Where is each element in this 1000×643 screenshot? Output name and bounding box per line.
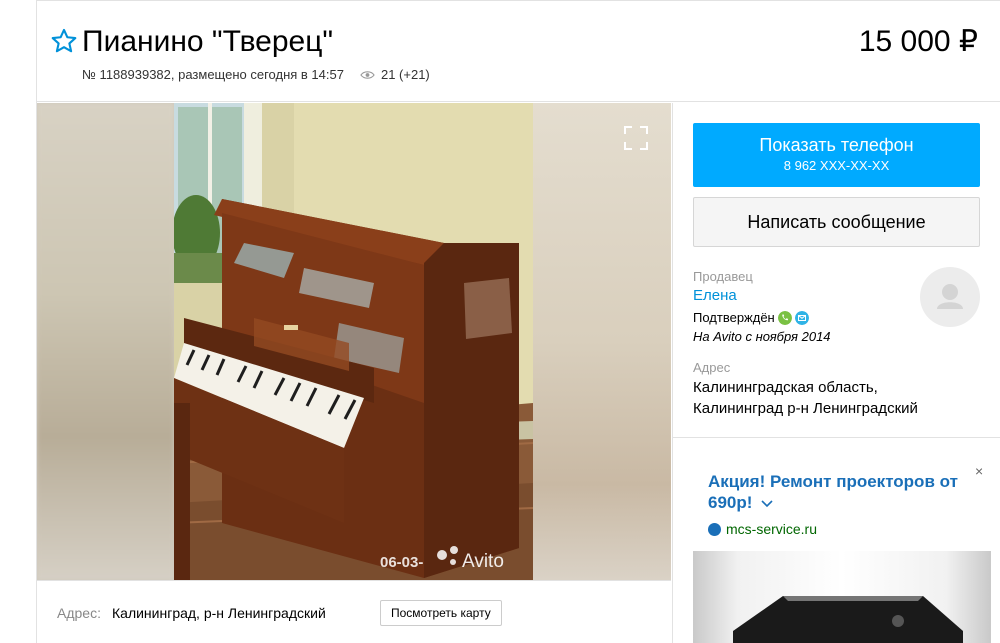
seller-address-line2: Калининград р-н Ленинградский — [693, 400, 918, 417]
chevron-down-icon[interactable] — [761, 499, 773, 508]
seller-label: Продавец — [693, 269, 753, 284]
expand-icon[interactable] — [623, 125, 649, 151]
show-phone-label: Показать телефон — [759, 135, 914, 155]
seller-avatar[interactable] — [920, 267, 980, 327]
ad-image[interactable] — [693, 551, 991, 643]
listing-photo[interactable]: 06-03- Avito — [174, 103, 533, 580]
view-count: 21 (+21) — [380, 67, 430, 82]
email-verified-icon — [794, 310, 809, 325]
favorite-star-icon[interactable] — [50, 27, 78, 55]
avatar-placeholder-icon — [937, 284, 963, 309]
gallery-blur-left — [37, 103, 174, 580]
ad-title-link[interactable]: Акция! Ремонт проекторов от 690р! — [708, 471, 968, 513]
address-row: Адрес: Калининград, р-н Ленинградский По… — [37, 580, 671, 643]
ad-close-icon[interactable]: × — [975, 463, 983, 479]
seller-sidebar: Показать телефон 8 962 XXX-XX-XX Написат… — [672, 103, 1000, 438]
masked-phone-number: 8 962 XXX-XX-XX — [783, 158, 890, 173]
ad-block: × Акция! Ремонт проекторов от 690р! mcs-… — [672, 438, 1000, 643]
seller-address-line1: Калининградская область, — [693, 379, 878, 396]
seller-since: На Avito с ноября 2014 — [693, 329, 831, 344]
seller-verified: Подтверждён — [693, 310, 809, 325]
listing-title: Пианино "Тверец" — [82, 25, 334, 58]
address-label: Адрес: — [57, 605, 101, 621]
eye-icon — [360, 70, 375, 79]
listing-header: Пианино "Тверец" 15 000 ₽ № 1188939382, … — [36, 0, 1000, 102]
seller-address-value: Калининградская область, Калининград р-н… — [693, 377, 918, 419]
verified-label: Подтверждён — [693, 310, 775, 325]
projector-image — [733, 596, 963, 643]
watermark-brand: Avito — [462, 551, 504, 572]
watermark-date: 06-03- — [380, 554, 423, 571]
phone-verified-icon — [777, 310, 792, 325]
seller-name-link[interactable]: Елена — [693, 287, 737, 304]
listing-price: 15 000 ₽ — [858, 25, 978, 58]
seller-address-label: Адрес — [693, 360, 731, 375]
show-phone-button[interactable]: Показать телефон 8 962 XXX-XX-XX — [693, 123, 980, 187]
photo-gallery[interactable]: 06-03- Avito — [37, 103, 671, 580]
ad-title-text: Акция! Ремонт проекторов от 690р! — [708, 472, 958, 512]
gallery-blur-right — [533, 103, 671, 580]
write-message-button[interactable]: Написать сообщение — [693, 197, 980, 247]
address-value: Калининград, р-н Ленинградский — [112, 605, 326, 621]
show-map-button[interactable]: Посмотреть карту — [380, 600, 502, 626]
listing-id-date: № 1188939382, размещено сегодня в 14:57 — [82, 67, 344, 82]
ad-site-icon — [708, 522, 721, 536]
ad-site-link[interactable]: mcs-service.ru — [708, 521, 817, 537]
listing-page: Пианино "Тверец" 15 000 ₽ № 1188939382, … — [0, 0, 1000, 643]
ad-site-text: mcs-service.ru — [726, 521, 818, 537]
listing-meta: № 1188939382, размещено сегодня в 14:57 … — [82, 67, 430, 82]
